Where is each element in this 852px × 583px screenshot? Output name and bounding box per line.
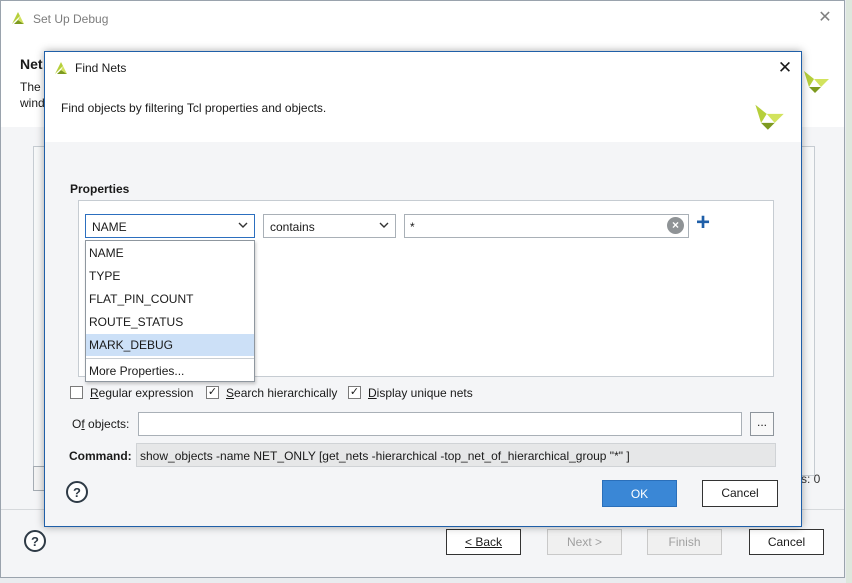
next-button[interactable]: Next > [547, 529, 622, 555]
dropdown-item-name[interactable]: NAME [86, 242, 254, 264]
dropdown-item-route-status[interactable]: ROUTE_STATUS [86, 311, 254, 333]
dialog-app-logo-icon [55, 62, 67, 74]
dropdown-item-mark-debug[interactable]: MARK_DEBUG [86, 334, 254, 356]
clear-icon[interactable]: × [667, 217, 684, 234]
dialog-help-icon[interactable]: ? [66, 481, 88, 503]
property-combo[interactable]: NAME [85, 214, 255, 238]
bg-close-icon[interactable]: ✕ [816, 9, 834, 27]
of-objects-input[interactable] [138, 412, 742, 436]
operator-combo[interactable]: contains [263, 214, 396, 238]
chevron-down-icon [238, 222, 248, 228]
bg-description-line-2: wind [20, 96, 45, 110]
bg-brand-logo-icon [804, 71, 829, 93]
command-label: Command: [69, 449, 132, 463]
dialog-description: Find objects by filtering Tcl properties… [61, 101, 327, 115]
bg-description-line-1: The [20, 80, 41, 94]
dropdown-item-type[interactable]: TYPE [86, 265, 254, 287]
search-hierarchically-checkbox[interactable]: ✓ [206, 386, 219, 399]
display-unique-nets-checkbox[interactable]: ✓ [348, 386, 361, 399]
dropdown-separator [86, 358, 254, 359]
bg-page-heading: Net [20, 56, 43, 72]
bg-count-label: s: 0 [801, 472, 821, 486]
bg-cancel-button[interactable]: Cancel [749, 529, 824, 555]
property-dropdown-list: NAME TYPE FLAT_PIN_COUNT ROUTE_STATUS MA… [85, 240, 255, 382]
dropdown-item-flat-pin-count[interactable]: FLAT_PIN_COUNT [86, 288, 254, 310]
app-logo-icon [12, 12, 24, 24]
regular-expression-label: Regular expression [90, 386, 194, 400]
operator-combo-value: contains [270, 220, 315, 234]
dialog-close-icon[interactable]: ✕ [775, 58, 795, 78]
dialog-titlebar: Find Nets ✕ [45, 52, 801, 84]
chevron-down-icon [379, 222, 389, 228]
of-objects-label: Of objects: [72, 417, 130, 431]
back-button[interactable]: < Back [446, 529, 521, 555]
command-text: show_objects -name NET_ONLY [get_nets -h… [140, 449, 630, 463]
adjacent-window-edge [846, 0, 852, 583]
ok-button[interactable]: OK [602, 480, 677, 507]
dialog-brand-logo-icon [755, 104, 784, 130]
bg-titlebar: Set Up Debug ✕ [1, 1, 844, 37]
add-filter-icon[interactable]: + [693, 211, 713, 235]
value-input-text: * [410, 220, 415, 234]
bg-window-title: Set Up Debug [33, 12, 109, 26]
find-nets-dialog: Find Nets ✕ Find objects by filtering Tc… [44, 51, 802, 527]
properties-label: Properties [70, 182, 130, 196]
browse-objects-button[interactable]: ... [750, 412, 774, 436]
dialog-cancel-button[interactable]: Cancel [702, 480, 778, 507]
search-hierarchically-label: Search hierarchically [226, 386, 338, 400]
finish-button[interactable]: Finish [647, 529, 722, 555]
display-unique-nets-label: Display unique nets [368, 386, 473, 400]
dialog-title: Find Nets [75, 61, 127, 75]
regular-expression-checkbox[interactable] [70, 386, 83, 399]
dropdown-item-more-properties[interactable]: More Properties... [86, 360, 254, 382]
property-combo-value: NAME [92, 220, 127, 234]
value-input[interactable]: * [404, 214, 689, 238]
bg-help-icon[interactable]: ? [24, 530, 46, 552]
command-preview: show_objects -name NET_ONLY [get_nets -h… [136, 443, 776, 467]
